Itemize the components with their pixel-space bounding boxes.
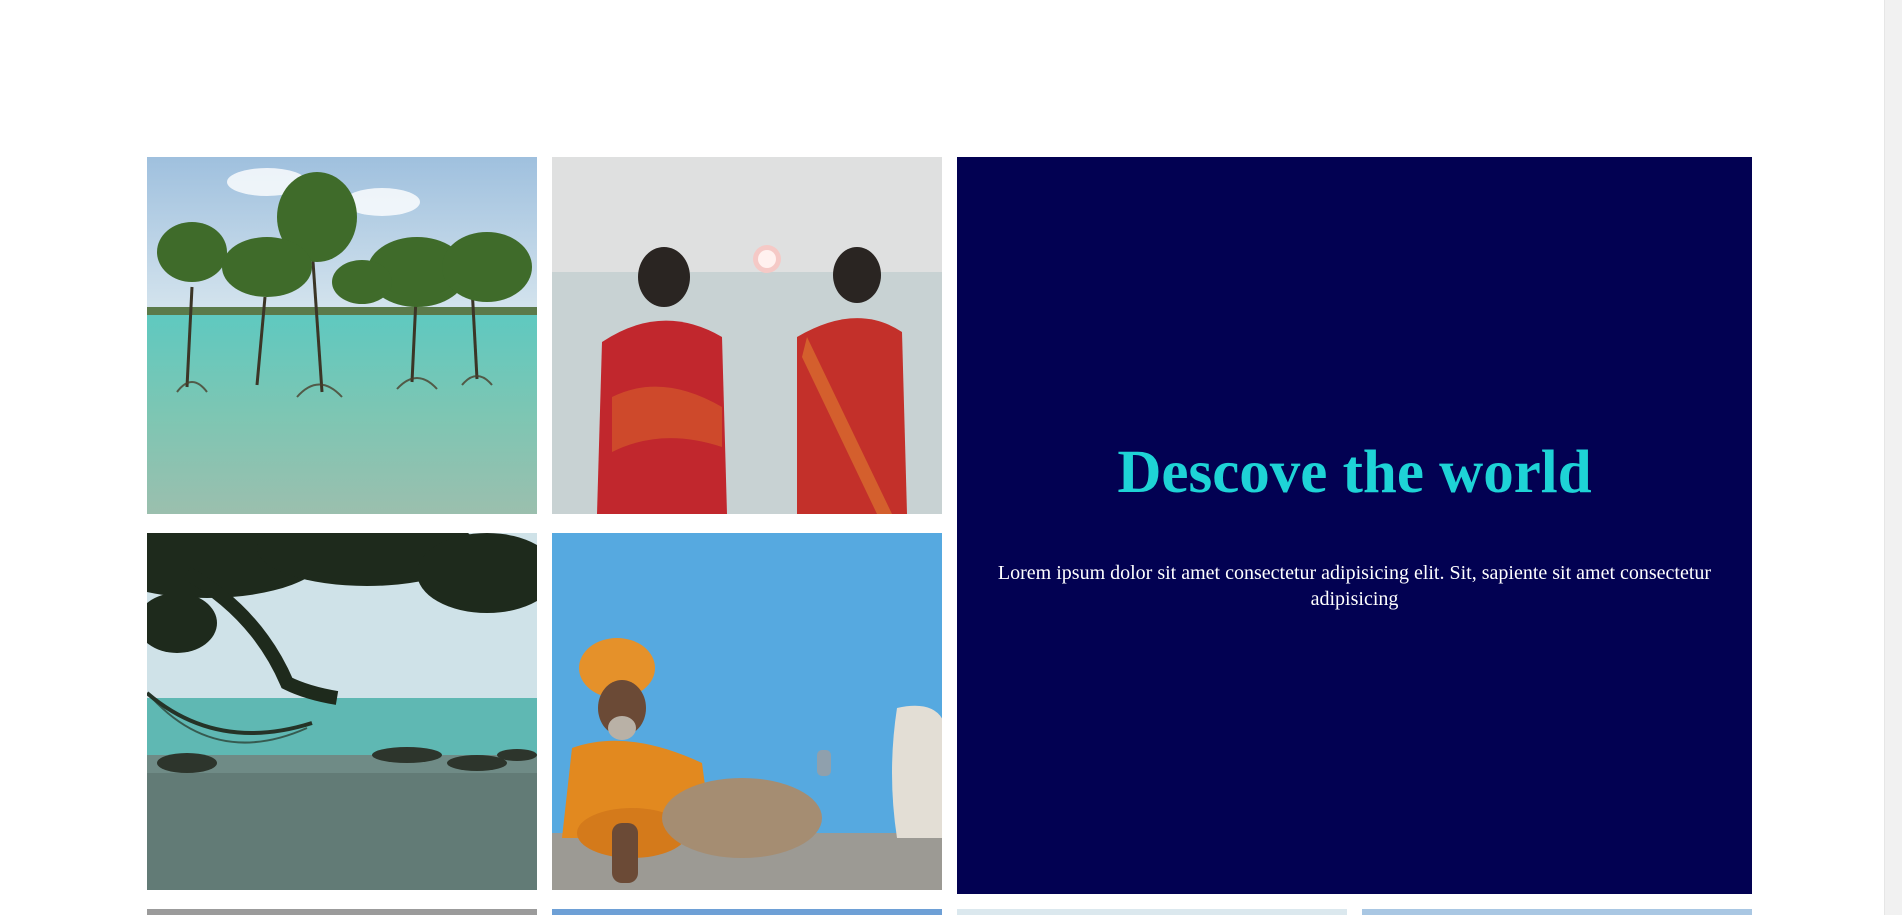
hero-title: Descove the world [1117,438,1592,506]
mangrove-trees-photo [147,157,537,514]
hero-description: Lorem ipsum dolor sit amet consectetur a… [997,562,1712,611]
hero-panel: Descove the world Lorem ipsum dolor sit … [957,157,1752,894]
gallery-photo-partial [1362,909,1752,915]
beach-hammock-photo [147,533,537,890]
man-blue-wall-photo [552,533,942,890]
gallery-photo-partial [957,909,1347,915]
women-watching-sunset-photo [552,157,942,514]
page-scrollbar[interactable] [1884,0,1902,915]
gallery-photo-partial [147,909,537,915]
page: Descove the world Lorem ipsum dolor sit … [0,0,1902,915]
gallery-photo-partial [552,909,942,915]
